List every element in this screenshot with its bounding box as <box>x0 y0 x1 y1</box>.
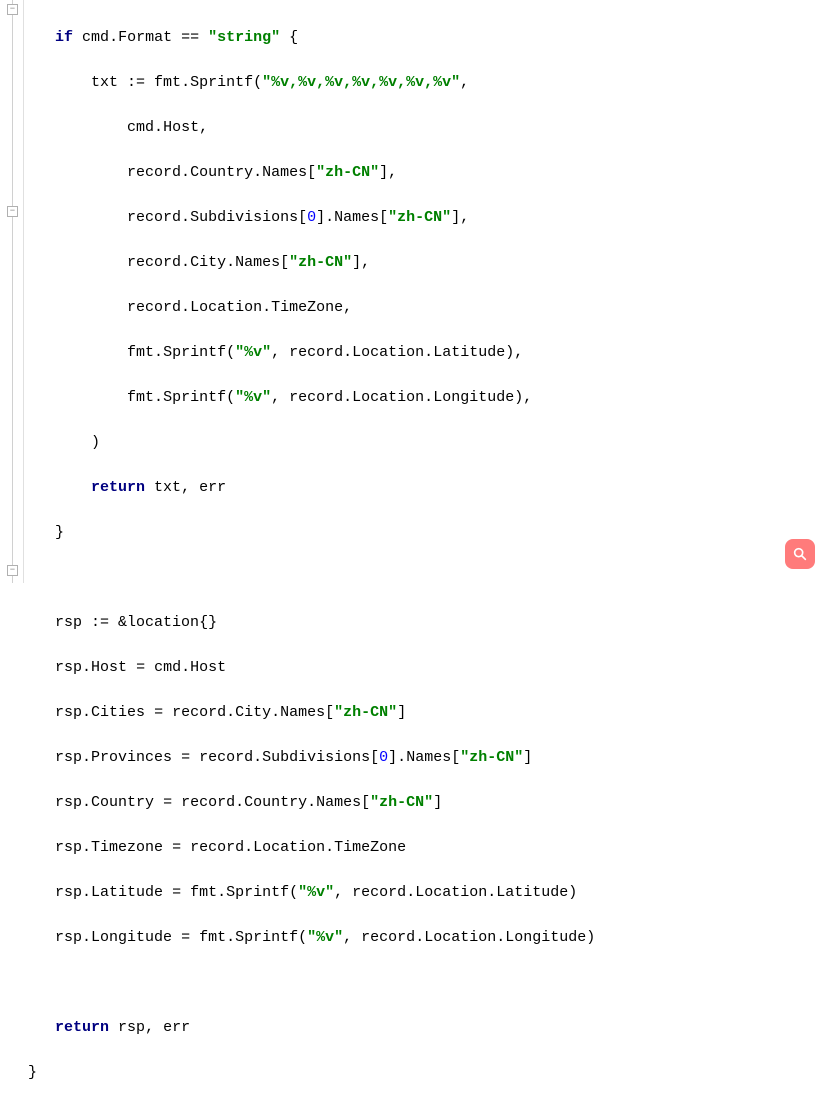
code-line: rsp.Provinces = record.Subdivisions[0].N… <box>28 747 595 770</box>
code-line: rsp.Host = cmd.Host <box>28 657 595 680</box>
code-line: } <box>28 522 595 545</box>
code-line <box>28 567 595 590</box>
fold-marker[interactable] <box>7 206 18 217</box>
code-line: } <box>28 1062 595 1085</box>
fold-marker[interactable] <box>7 565 18 576</box>
code-line: ) <box>28 432 595 455</box>
keyword-return: return <box>91 479 145 496</box>
code-line: return txt, err <box>28 477 595 500</box>
keyword-if: if <box>55 29 73 46</box>
code-line: rsp.Timezone = record.Location.TimeZone <box>28 837 595 860</box>
code-editor[interactable]: if cmd.Format == "string" { txt := fmt.S… <box>28 4 595 1107</box>
code-line: record.City.Names["zh-CN"], <box>28 252 595 275</box>
code-line: record.Country.Names["zh-CN"], <box>28 162 595 185</box>
search-button[interactable] <box>785 539 815 569</box>
code-line: rsp.Country = record.Country.Names["zh-C… <box>28 792 595 815</box>
fold-marker[interactable] <box>7 4 18 15</box>
keyword-return: return <box>55 1019 109 1036</box>
code-line: rsp := &location{} <box>28 612 595 635</box>
code-line: cmd.Host, <box>28 117 595 140</box>
search-icon <box>792 546 808 562</box>
code-line: if cmd.Format == "string" { <box>28 27 595 50</box>
code-line <box>28 972 595 995</box>
code-line: rsp.Cities = record.City.Names["zh-CN"] <box>28 702 595 725</box>
gutter <box>0 0 24 583</box>
code-line: rsp.Longitude = fmt.Sprintf("%v", record… <box>28 927 595 950</box>
code-line: record.Location.TimeZone, <box>28 297 595 320</box>
code-line: rsp.Latitude = fmt.Sprintf("%v", record.… <box>28 882 595 905</box>
code-line: fmt.Sprintf("%v", record.Location.Longit… <box>28 387 595 410</box>
code-line: fmt.Sprintf("%v", record.Location.Latitu… <box>28 342 595 365</box>
fold-guide-line <box>12 0 13 583</box>
code-line: txt := fmt.Sprintf("%v,%v,%v,%v,%v,%v,%v… <box>28 72 595 95</box>
code-line: return rsp, err <box>28 1017 595 1040</box>
code-line: record.Subdivisions[0].Names["zh-CN"], <box>28 207 595 230</box>
